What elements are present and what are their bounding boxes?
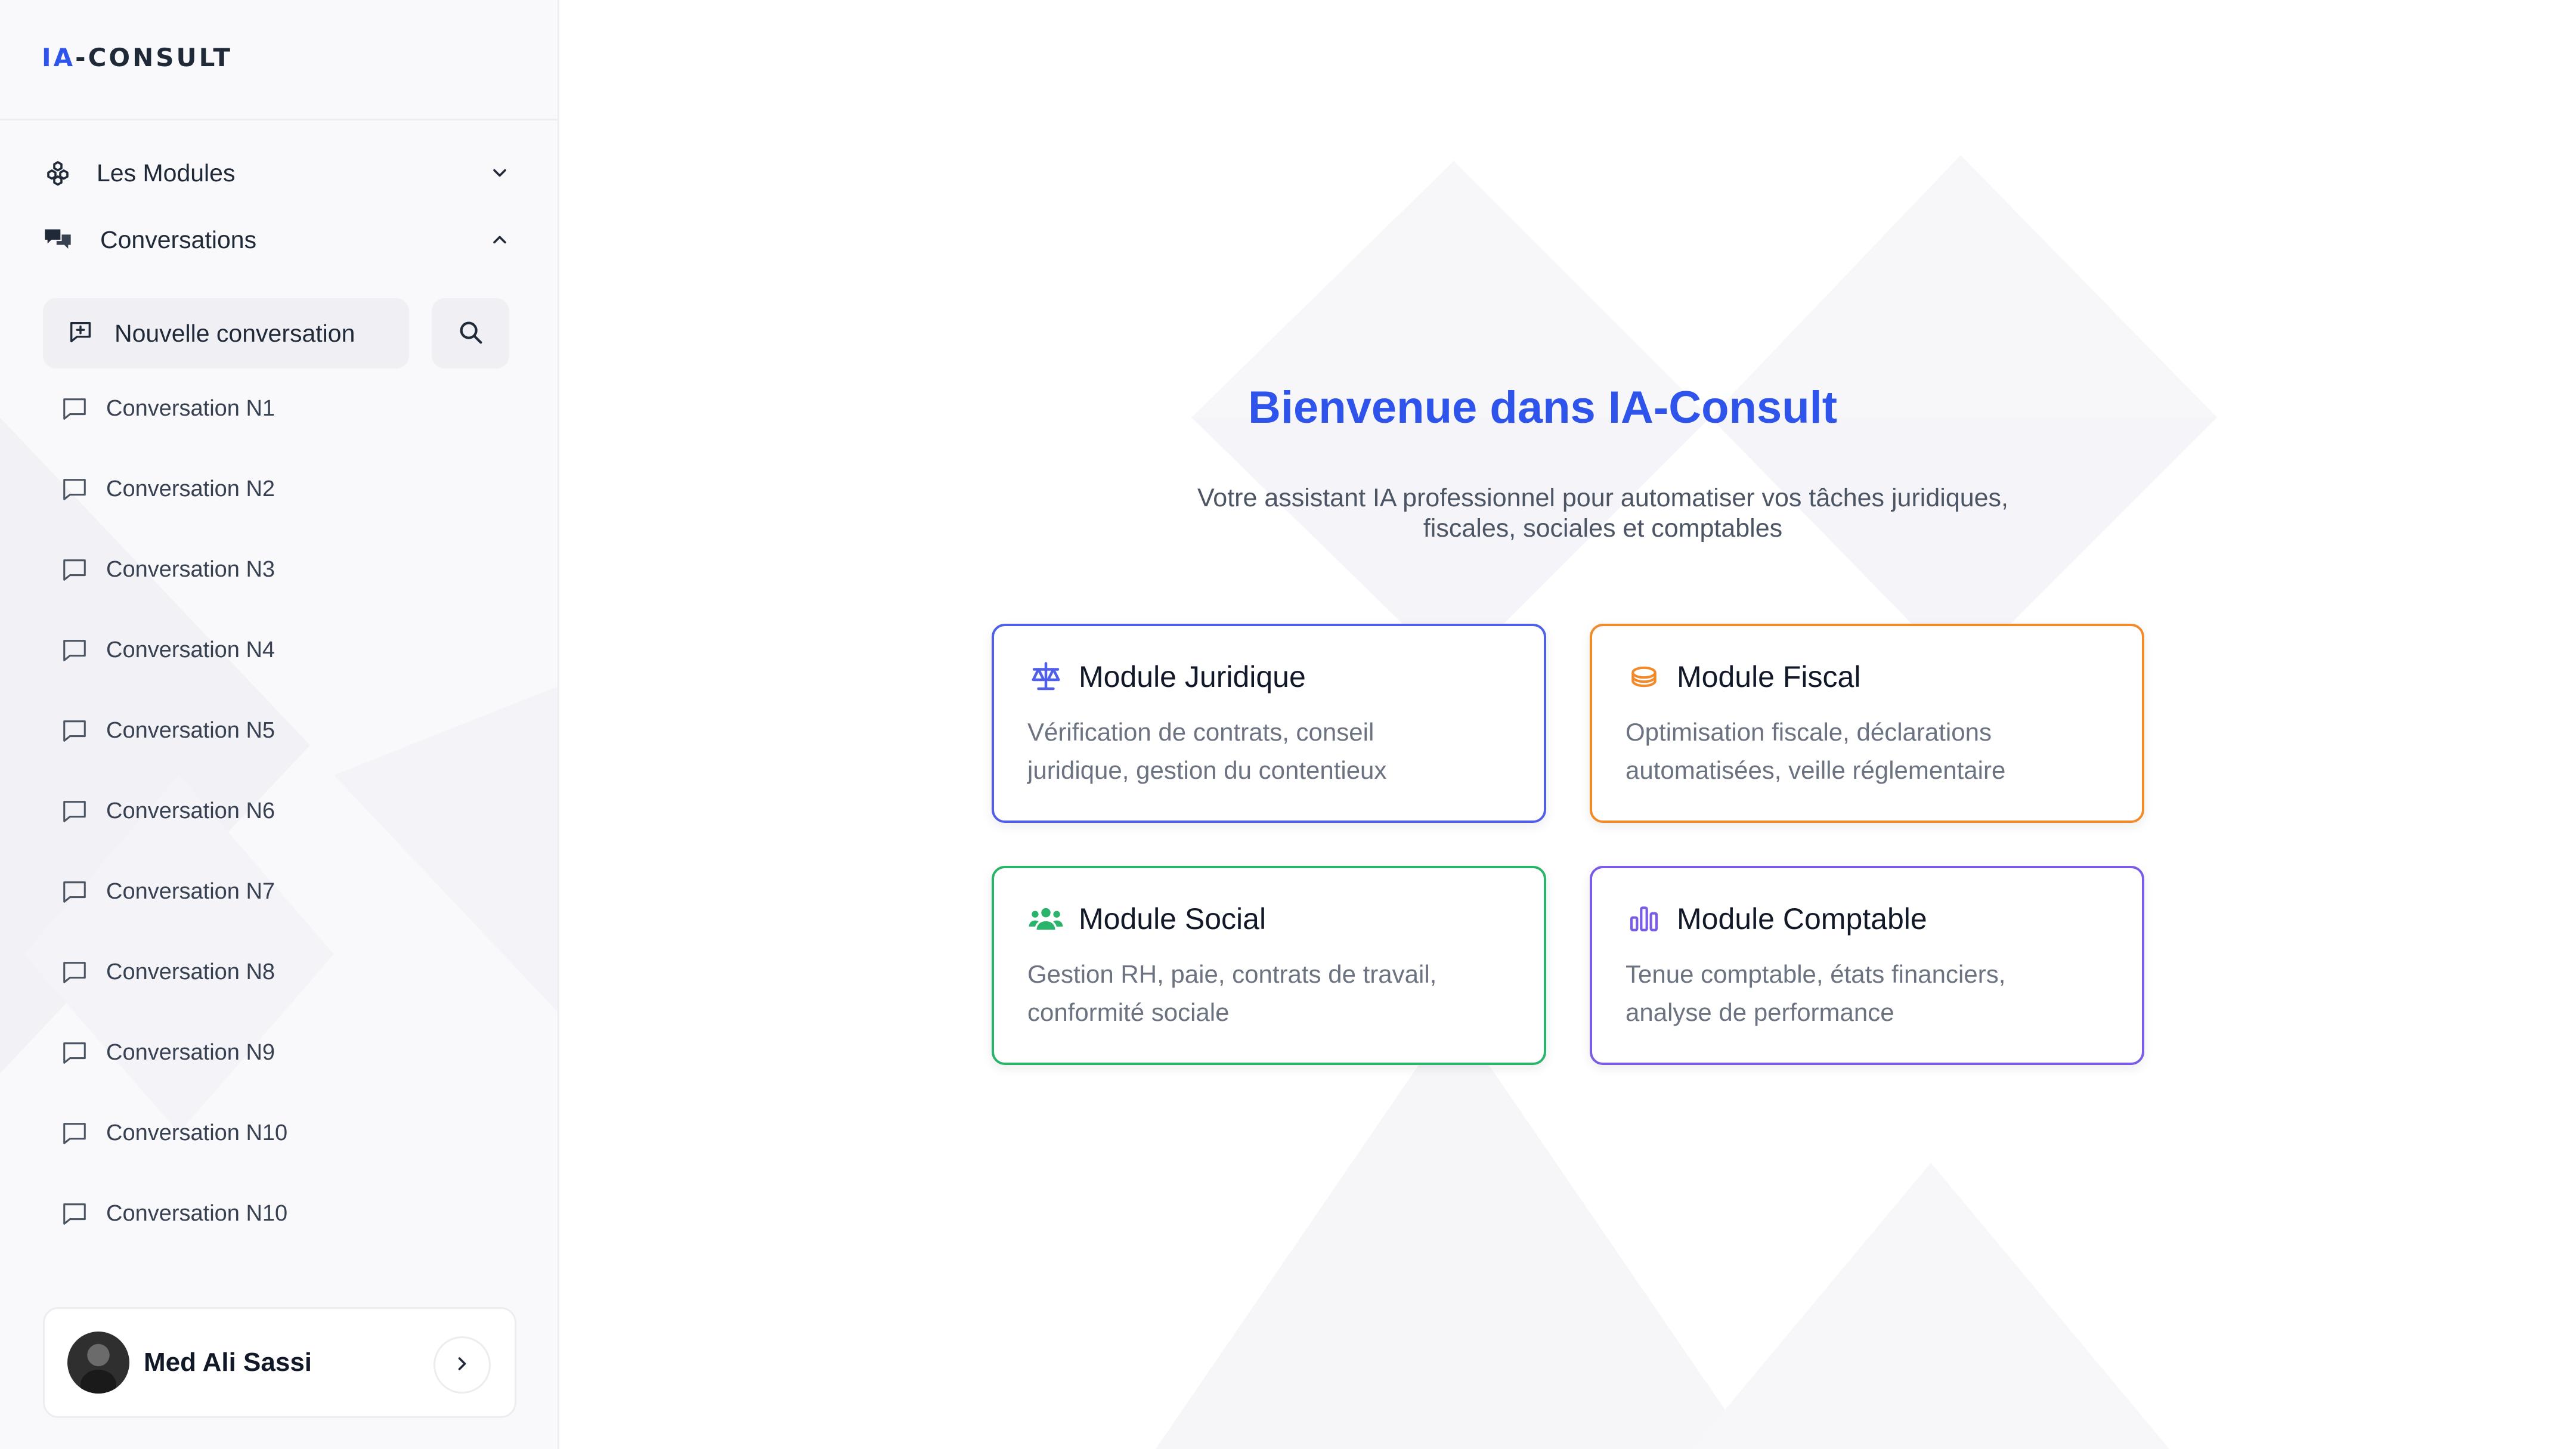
nav-modules[interactable]: Les Modules [42, 149, 513, 197]
conversation-label: Conversation N10 [106, 1200, 288, 1226]
conversation-item[interactable]: Conversation N3 [60, 546, 477, 593]
sidebar: IA-CONSULT Les Modules Conversations Nou… [0, 0, 559, 1449]
conversation-label: Conversation N2 [106, 476, 275, 501]
user-profile-card[interactable]: Med Ali Sassi [43, 1307, 516, 1418]
message-icon [60, 394, 89, 423]
module-card-juridique[interactable]: Module Juridique Vérification de contrat… [992, 624, 1546, 823]
module-description: Gestion RH, paie, contrats de travail, c… [1027, 960, 1437, 1026]
bar-chart-icon [1626, 900, 1662, 937]
new-conversation-button[interactable]: Nouvelle conversation [43, 298, 409, 369]
conversation-label: Conversation N1 [106, 395, 275, 421]
nav-conversations-label: Conversations [100, 225, 257, 253]
add-message-icon [67, 318, 94, 349]
module-title: Module Social [1079, 902, 1267, 936]
avatar [67, 1332, 129, 1394]
conversation-item[interactable]: Conversation N7 [60, 868, 477, 915]
sidebar-header: IA-CONSULT [0, 0, 558, 120]
conversation-item[interactable]: Conversation N2 [60, 465, 477, 513]
module-title: Module Juridique [1079, 660, 1306, 693]
module-description: Tenue comptable, états financiers, analy… [1626, 960, 2006, 1026]
welcome-subtitle: Votre assistant IA professionnel pour au… [1156, 483, 2050, 544]
scale-icon [1027, 658, 1064, 695]
welcome-subtitle-line-1: Votre assistant IA professionnel pour au… [1197, 484, 2009, 512]
message-icon [60, 796, 89, 826]
nav-conversations[interactable]: Conversations [42, 216, 513, 264]
module-title: Module Fiscal [1677, 660, 1861, 693]
chevron-up-icon[interactable] [487, 227, 513, 253]
chevron-down-icon[interactable] [487, 160, 513, 186]
welcome-subtitle-line-2: fiscales, sociales et comptables [1423, 514, 1783, 543]
module-card-comptable[interactable]: Module Comptable Tenue comptable, états … [1590, 866, 2144, 1065]
coins-icon [1626, 658, 1662, 695]
conversation-label: Conversation N5 [106, 717, 275, 743]
conversation-label: Conversation N10 [106, 1120, 288, 1145]
conversation-item[interactable]: Conversation N4 [60, 626, 477, 674]
conversation-item[interactable]: Conversation N8 [60, 948, 477, 996]
message-icon [60, 1199, 89, 1228]
conversation-label: Conversation N7 [106, 878, 275, 904]
modules-icon [42, 157, 74, 189]
module-description: Optimisation fiscale, déclarations autom… [1626, 718, 2006, 784]
conversation-label: Conversation N3 [106, 556, 275, 582]
module-title: Module Comptable [1677, 902, 1927, 936]
message-icon [60, 474, 89, 504]
message-icon [60, 957, 89, 987]
conversation-item[interactable]: Conversation N1 [60, 385, 477, 432]
open-profile-button[interactable] [434, 1336, 491, 1394]
nav-modules-label: Les Modules [97, 159, 236, 187]
chevron-right-icon [451, 1353, 473, 1377]
welcome-title: Bienvenue dans IA-Consult [1247, 382, 1838, 433]
module-card-fiscal[interactable]: Module Fiscal Optimisation fiscale, décl… [1590, 624, 2144, 823]
conversation-label: Conversation N6 [106, 798, 275, 823]
conversation-item[interactable]: Conversation N9 [60, 1029, 477, 1076]
conversation-label: Conversation N8 [106, 959, 275, 984]
message-icon [60, 1038, 89, 1067]
new-conversation-label: Nouvelle conversation [114, 319, 355, 347]
search-conversations-button[interactable] [432, 298, 509, 369]
message-icon [60, 555, 89, 584]
user-name: Med Ali Sassi [144, 1348, 312, 1377]
conversation-item[interactable]: Conversation N10 [60, 1109, 477, 1157]
conversation-item[interactable]: Conversation N10 [60, 1190, 477, 1237]
app-logo[interactable]: IA-CONSULT [42, 43, 233, 72]
message-icon [60, 635, 89, 665]
conversation-label: Conversation N9 [106, 1039, 275, 1065]
main-content: Bienvenue dans IA-Consult Votre assistan… [559, 0, 2576, 1449]
conversation-item[interactable]: Conversation N5 [60, 707, 477, 754]
message-icon [60, 1118, 89, 1148]
users-icon [1027, 900, 1064, 937]
module-description: Vérification de contrats, conseil juridi… [1027, 718, 1387, 784]
main-background-pattern [1156, 155, 2217, 1449]
search-icon [457, 318, 484, 349]
module-card-social[interactable]: Module Social Gestion RH, paie, contrats… [992, 866, 1546, 1065]
message-icon [60, 877, 89, 906]
conversation-item[interactable]: Conversation N6 [60, 787, 477, 835]
chat-bubbles-icon [42, 224, 74, 256]
conversation-label: Conversation N4 [106, 637, 275, 662]
message-icon [60, 716, 89, 745]
